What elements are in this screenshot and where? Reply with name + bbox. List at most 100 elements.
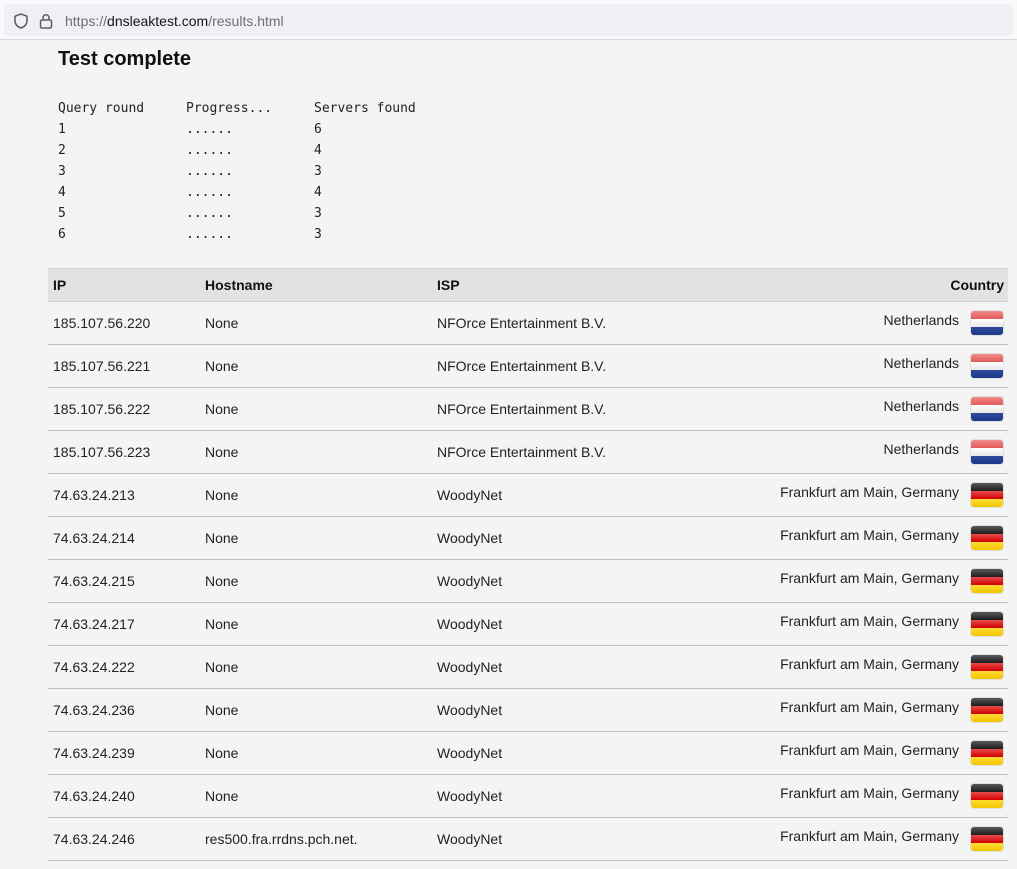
isp-cell: WoodyNet [437, 788, 503, 804]
progress-header-progress: Progress... [186, 101, 273, 116]
country-cell: Frankfurt am Main, Germany [637, 818, 1008, 861]
table-row: 74.63.24.222 None WoodyNet Frankfurt am Mai… [48, 646, 1008, 689]
country-cell: Netherlands [637, 345, 1008, 388]
country-cell: Frankfurt am Main, Germany [637, 775, 1008, 818]
progress-dots: ...... [186, 164, 233, 179]
isp-cell: NFOrce Entertainment B.V. [437, 358, 607, 374]
hostname-cell: None [205, 358, 239, 374]
progress-servers-found: 3 [314, 164, 322, 179]
progress-round: 5 [58, 206, 66, 221]
netherlands-flag-icon [971, 311, 1003, 335]
progress-row: 2...... 4 [58, 140, 416, 161]
table-row: 185.107.56.220 None NFOrce Entertainment B… [48, 302, 1008, 345]
ip-cell: 74.63.24.222 [53, 659, 135, 675]
url-path: /results.html [208, 13, 284, 29]
progress-row: 4...... 4 [58, 182, 416, 203]
progress-dots: ...... [186, 185, 233, 200]
shield-icon[interactable] [12, 12, 30, 30]
country-cell: Frankfurt am Main, Germany [637, 603, 1008, 646]
country-name: Frankfurt am Main, Germany [780, 484, 959, 500]
country-name: Frankfurt am Main, Germany [780, 699, 959, 715]
country-name: Netherlands [883, 398, 960, 414]
table-row: 185.107.56.221 None NFOrce Entertainment B… [48, 345, 1008, 388]
isp-cell: WoodyNet [437, 616, 503, 632]
progress-round: 1 [58, 122, 66, 137]
header-hostname: Hostname [200, 268, 432, 302]
hostname-cell: None [205, 487, 239, 503]
country-name: Frankfurt am Main, Germany [780, 742, 959, 758]
germany-flag-icon [971, 569, 1003, 593]
hostname-cell: None [205, 659, 239, 675]
table-row: 74.63.24.215 None WoodyNet Frankfurt am Mai… [48, 560, 1008, 603]
ip-cell: 74.63.24.214 [53, 530, 135, 546]
progress-header-row: Query round Progress... Servers found [58, 98, 416, 119]
progress-row: 3...... 3 [58, 161, 416, 182]
table-row: 185.107.56.223 None NFOrce Entertainment B… [48, 431, 1008, 474]
progress-servers-found: 6 [314, 122, 322, 137]
query-progress-table: Query round Progress... Servers found 1...… [58, 98, 416, 245]
progress-servers-found: 3 [314, 206, 322, 221]
url-text[interactable]: https://dnsleaktest.com/results.html [65, 12, 284, 30]
germany-flag-icon [971, 741, 1003, 765]
country-cell: Frankfurt am Main, Germany [637, 560, 1008, 603]
ip-cell: 74.63.24.215 [53, 573, 135, 589]
progress-row: 6...... 3 [58, 224, 416, 245]
address-bar[interactable]: https://dnsleaktest.com/results.html [4, 4, 1013, 36]
progress-dots: ...... [186, 122, 233, 137]
hostname-cell: None [205, 702, 239, 718]
page-title: Test complete [58, 48, 191, 70]
isp-cell: WoodyNet [437, 530, 503, 546]
country-name: Netherlands [883, 441, 960, 457]
progress-row: 5...... 3 [58, 203, 416, 224]
table-body: 185.107.56.220 None NFOrce Entertainment B… [48, 302, 1008, 861]
country-cell: Frankfurt am Main, Germany [637, 732, 1008, 775]
country-cell: Frankfurt am Main, Germany [637, 474, 1008, 517]
hostname-cell: None [205, 788, 239, 804]
hostname-cell: None [205, 444, 239, 460]
germany-flag-icon [971, 612, 1003, 636]
country-cell: Frankfurt am Main, Germany [637, 517, 1008, 560]
table-row: 74.63.24.239 None WoodyNet Frankfurt am Mai… [48, 732, 1008, 775]
ip-cell: 185.107.56.223 [53, 444, 151, 460]
ip-cell: 74.63.24.236 [53, 702, 135, 718]
germany-flag-icon [971, 483, 1003, 507]
ip-cell: 74.63.24.217 [53, 616, 135, 632]
germany-flag-icon [971, 655, 1003, 679]
country-cell: Netherlands [637, 302, 1008, 345]
isp-cell: NFOrce Entertainment B.V. [437, 444, 607, 460]
isp-cell: NFOrce Entertainment B.V. [437, 401, 607, 417]
progress-servers-found: 3 [314, 227, 322, 242]
germany-flag-icon [971, 827, 1003, 851]
progress-header-round: Query round [58, 101, 145, 116]
netherlands-flag-icon [971, 397, 1003, 421]
ip-cell: 185.107.56.221 [53, 358, 151, 374]
hostname-cell: None [205, 616, 239, 632]
germany-flag-icon [971, 526, 1003, 550]
table-row: 185.107.56.222 None NFOrce Entertainment B… [48, 388, 1008, 431]
progress-row: 1...... 6 [58, 119, 416, 140]
progress-header-found: Servers found [314, 101, 416, 116]
isp-cell: WoodyNet [437, 702, 503, 718]
dns-servers-table: IP Hostname ISP Country 185.107.56.220 No… [48, 268, 1008, 861]
netherlands-flag-icon [971, 440, 1003, 464]
germany-flag-icon [971, 698, 1003, 722]
lock-icon[interactable] [37, 12, 55, 30]
country-name: Frankfurt am Main, Germany [780, 613, 959, 629]
isp-cell: WoodyNet [437, 573, 503, 589]
table-row: 74.63.24.246 res500.fra.rrdns.pch.net. Woo… [48, 818, 1008, 861]
ip-cell: 74.63.24.240 [53, 788, 135, 804]
progress-dots: ...... [186, 206, 233, 221]
table-row: 74.63.24.214 None WoodyNet Frankfurt am Mai… [48, 517, 1008, 560]
progress-round: 4 [58, 185, 66, 200]
country-name: Netherlands [883, 312, 960, 328]
header-country: Country [637, 268, 1008, 302]
table-row: 74.63.24.240 None WoodyNet Frankfurt am Mai… [48, 775, 1008, 818]
ip-cell: 74.63.24.246 [53, 831, 135, 847]
header-ip: IP [48, 268, 200, 302]
country-cell: Netherlands [637, 431, 1008, 474]
country-cell: Netherlands [637, 388, 1008, 431]
hostname-cell: None [205, 401, 239, 417]
netherlands-flag-icon [971, 354, 1003, 378]
ip-cell: 74.63.24.239 [53, 745, 135, 761]
progress-round: 2 [58, 143, 66, 158]
